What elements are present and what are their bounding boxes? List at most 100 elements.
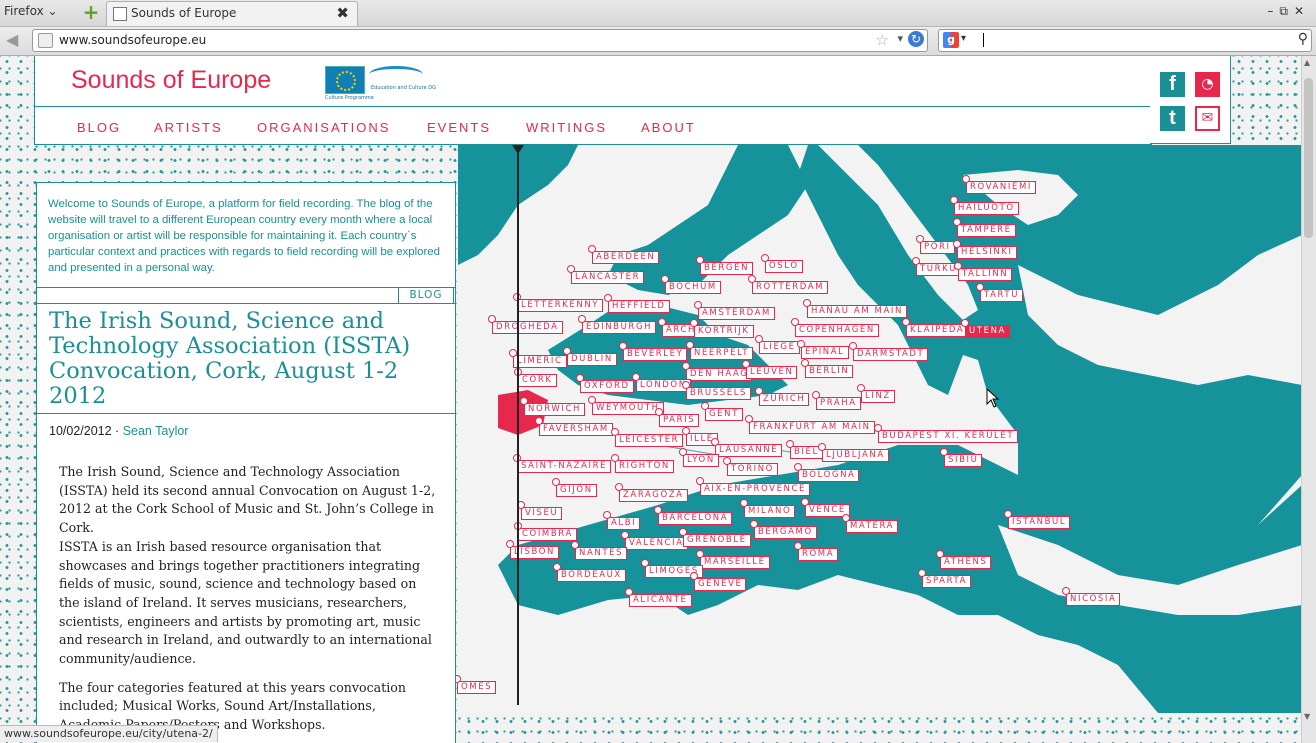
city-marker-icon[interactable] <box>918 569 926 577</box>
city-label-brussels[interactable]: BRUSSELS <box>686 387 752 400</box>
city-marker-icon[interactable] <box>696 477 704 485</box>
search-magnifier-icon[interactable]: ⚲ <box>1298 31 1308 47</box>
city-label-zaragoza[interactable]: ZARAGOZA <box>619 489 688 502</box>
post-author-link[interactable]: Sean Taylor <box>123 424 189 438</box>
city-marker-icon[interactable] <box>615 483 623 491</box>
city-marker-icon[interactable] <box>936 550 944 558</box>
city-marker-icon[interactable] <box>961 319 969 327</box>
city-marker-icon[interactable] <box>818 443 826 451</box>
city-label-hanau-am-main[interactable]: HANAU AM MAIN <box>807 305 907 318</box>
rss-icon[interactable]: ◔ <box>1195 72 1220 97</box>
city-label-viseu[interactable]: VISEU <box>521 507 563 520</box>
city-marker-icon[interactable] <box>563 347 571 355</box>
city-label-leuven[interactable]: LEUVEN <box>746 366 798 379</box>
city-label-torino[interactable]: TORINO <box>727 463 778 476</box>
city-marker-icon[interactable] <box>576 374 584 382</box>
eu-flag-logo[interactable] <box>325 66 365 94</box>
site-logo[interactable]: Sounds of Europe <box>71 66 271 95</box>
city-label-ljubljana[interactable]: LJUBLJANA <box>822 449 889 462</box>
city-marker-icon[interactable] <box>682 427 690 435</box>
city-label-letterkenny[interactable]: LETTERKENNY <box>517 299 604 312</box>
city-label-dublin[interactable]: DUBLIN <box>567 353 617 366</box>
city-marker-icon[interactable] <box>755 335 763 343</box>
city-label-alicante[interactable]: ALICANTE <box>629 594 692 607</box>
city-label-edinburgh[interactable]: EDINBURGH <box>582 321 657 334</box>
city-label-utena[interactable]: UTENA <box>965 325 1010 338</box>
city-label-albi[interactable]: ALBI <box>607 517 641 530</box>
city-marker-icon[interactable] <box>655 408 663 416</box>
city-label-paris[interactable]: PARIS <box>659 414 700 427</box>
city-label-nantes[interactable]: NANTES <box>575 547 628 560</box>
city-marker-icon[interactable] <box>1062 587 1070 595</box>
twitter-icon[interactable]: t <box>1160 106 1185 131</box>
city-label-saint-nazaire[interactable]: SAINT-NAZAIRE <box>517 460 612 473</box>
city-marker-icon[interactable] <box>694 301 702 309</box>
city-label-copenhagen[interactable]: COPENHAGEN <box>795 324 879 337</box>
city-marker-icon[interactable] <box>857 384 865 392</box>
timeline-marker-icon[interactable] <box>512 145 524 154</box>
city-marker-icon[interactable] <box>849 342 857 350</box>
city-marker-icon[interactable] <box>902 318 910 326</box>
city-marker-icon[interactable] <box>621 531 629 539</box>
city-label-linz[interactable]: LINZ <box>861 390 895 403</box>
city-label-oxford[interactable]: OXFORD <box>580 380 634 393</box>
city-marker-icon[interactable] <box>578 315 586 323</box>
city-label-bochum[interactable]: BOCHUM <box>665 281 721 294</box>
city-marker-icon[interactable] <box>742 360 750 368</box>
city-marker-icon[interactable] <box>506 540 514 548</box>
city-label-lyon[interactable]: LYON <box>683 454 719 467</box>
nav-organisations[interactable]: ORGANISATIONS <box>257 120 390 135</box>
city-marker-icon[interactable] <box>954 262 962 270</box>
city-marker-icon[interactable] <box>625 588 633 596</box>
city-marker-icon[interactable] <box>682 362 690 370</box>
city-marker-icon[interactable] <box>696 550 704 558</box>
city-marker-icon[interactable] <box>786 440 794 448</box>
city-label-sparta[interactable]: SPARTA <box>922 575 972 588</box>
facebook-icon[interactable]: f <box>1160 72 1185 97</box>
city-label-limeric[interactable]: LIMERIC <box>513 355 567 368</box>
city-label-barcelona[interactable]: BARCELONA <box>658 512 733 525</box>
city-marker-icon[interactable] <box>654 506 662 514</box>
city-label-frankfurt-am-main[interactable]: FRANKFURT AM MAIN <box>749 421 875 434</box>
city-marker-icon[interactable] <box>611 428 619 436</box>
new-tab-plus-icon[interactable]: + <box>82 2 100 22</box>
scroll-up-arrow-icon[interactable]: ▲ <box>1304 58 1310 67</box>
city-marker-icon[interactable] <box>553 563 561 571</box>
city-marker-icon[interactable] <box>755 387 763 395</box>
city-marker-icon[interactable] <box>950 196 958 204</box>
city-label-helsinki[interactable]: HELSINKI <box>957 246 1017 259</box>
city-marker-icon[interactable] <box>679 528 687 536</box>
city-label-roma[interactable]: ROMA <box>798 548 839 561</box>
city-marker-icon[interactable] <box>953 240 961 248</box>
city-marker-icon[interactable] <box>535 417 543 425</box>
city-marker-icon[interactable] <box>791 318 799 326</box>
city-marker-icon[interactable] <box>953 218 961 226</box>
city-marker-icon[interactable] <box>745 415 753 423</box>
city-label-praha[interactable]: PRAHA <box>816 397 861 410</box>
city-marker-icon[interactable] <box>801 498 809 506</box>
nav-events[interactable]: EVENTS <box>427 120 491 135</box>
city-label-omes[interactable]: OMES <box>457 681 497 694</box>
city-label-grenoble[interactable]: GRENOBLE <box>683 534 751 547</box>
city-marker-icon[interactable] <box>711 438 719 446</box>
city-marker-icon[interactable] <box>794 463 802 471</box>
city-label-z-rich[interactable]: ZÜRICH <box>759 393 810 406</box>
city-marker-icon[interactable] <box>509 349 517 357</box>
city-marker-icon[interactable] <box>619 342 627 350</box>
city-label-gij-n[interactable]: GIJÓN <box>556 484 597 497</box>
city-marker-icon[interactable] <box>962 175 970 183</box>
city-label-matera[interactable]: MATERA <box>846 520 899 533</box>
city-label-aberdeen[interactable]: ABERDEEN <box>592 251 660 264</box>
city-marker-icon[interactable] <box>916 235 924 243</box>
city-marker-icon[interactable] <box>690 572 698 580</box>
city-marker-icon[interactable] <box>690 319 698 327</box>
city-marker-icon[interactable] <box>801 359 809 367</box>
city-marker-icon[interactable] <box>571 541 579 549</box>
city-label-righton[interactable]: RIGHTON <box>615 460 674 473</box>
city-marker-icon[interactable] <box>604 294 612 302</box>
firefox-menu-button[interactable]: Firefox ⌄ <box>4 4 58 18</box>
city-label-istanbul[interactable]: ISTANBUL <box>1008 516 1071 529</box>
city-label-gent[interactable]: GENT <box>705 408 743 421</box>
city-label-bergen[interactable]: BERGEN <box>700 262 754 275</box>
city-label-klaip-da[interactable]: KLAIPĖDA <box>906 324 969 337</box>
